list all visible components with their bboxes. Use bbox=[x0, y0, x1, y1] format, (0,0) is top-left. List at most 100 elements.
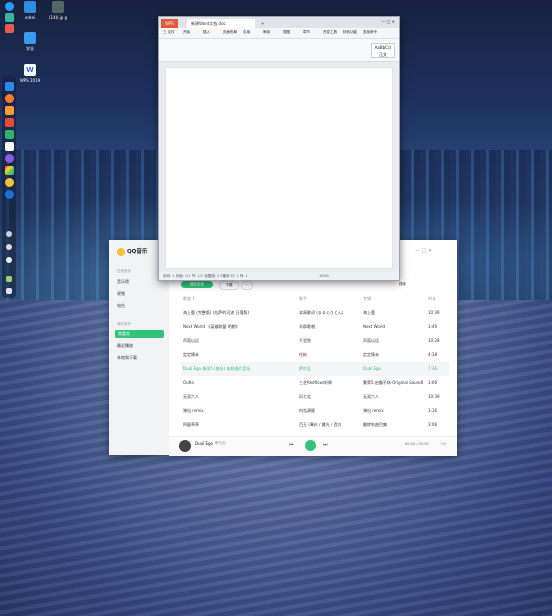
song-duration: 7:36 bbox=[428, 366, 437, 371]
tray-icon[interactable] bbox=[6, 231, 12, 237]
menu-item[interactable]: 视图 bbox=[283, 30, 290, 35]
docs-icon[interactable] bbox=[5, 142, 14, 151]
column-song[interactable]: 歌曲 1 bbox=[183, 294, 195, 304]
player-bar: Dual Ego 萨尔瓦 ⏮ ⏭ 00:44 / 02:30 HQ bbox=[169, 436, 457, 456]
table-row[interactable]: 定定情未 任彬 定定情未 4:38 bbox=[181, 348, 449, 362]
table-header: 歌曲 1 歌手 专辑 时长 bbox=[181, 294, 449, 304]
desktop-icon-label: edrei bbox=[24, 15, 36, 20]
sort-button[interactable]: 排序 bbox=[399, 281, 406, 288]
table-row[interactable]: 无双六人 风七北 无双六人 10:39 bbox=[181, 390, 449, 404]
more-button[interactable]: ··· bbox=[241, 281, 253, 290]
tab-document[interactable]: 新建Word文档.doc bbox=[187, 19, 255, 28]
sidebar-item-radio[interactable]: 电台 bbox=[117, 302, 125, 310]
app-icon[interactable] bbox=[5, 24, 14, 33]
folder-icon bbox=[24, 1, 36, 13]
wps-menubar: 三 文件 开始 插入 页面布局 引用 审阅 视图 章节 开发工具 特色功能 查找命令 bbox=[159, 28, 399, 39]
menu-item[interactable]: 特色功能 bbox=[343, 30, 357, 35]
desktop-icon-image[interactable]: (14)l.jp g bbox=[46, 1, 70, 20]
song-duration: 10:39 bbox=[428, 394, 440, 399]
table-row[interactable]: 四量草草 百玉 (骞衫 / 晨光 / 西方 翻转啦曲目集 3:06 bbox=[181, 418, 449, 432]
sidebar-section: 在线音乐 bbox=[117, 269, 131, 273]
menu-item[interactable]: 插入 bbox=[203, 30, 210, 35]
song-artist: 三芝Redflow/轩辉 bbox=[299, 380, 333, 385]
table-row[interactable]: 声笛以远 千里鱼 声笛以远 10:28 bbox=[181, 334, 449, 348]
window-controls[interactable]: — □ ✕ bbox=[415, 248, 432, 254]
app-store-icon[interactable] bbox=[5, 82, 14, 91]
song-artist: 百玉 (骞衫 / 晨光 / 西方 bbox=[299, 422, 342, 427]
new-tab-button[interactable]: + bbox=[257, 19, 268, 28]
song-artist: 千里鱼 bbox=[299, 338, 311, 343]
table-row[interactable]: Next World 《英雄联盟 明朗》 羊群歌唱 Next World 3:49 bbox=[181, 320, 449, 334]
tray-icon[interactable] bbox=[6, 288, 12, 294]
prev-button[interactable]: ⏮ bbox=[289, 442, 294, 448]
settings-icon[interactable] bbox=[5, 190, 14, 199]
play-all-button[interactable]: 播放全部 bbox=[181, 281, 213, 288]
album-cover[interactable] bbox=[179, 440, 191, 452]
song-album: Dual Ego bbox=[363, 366, 381, 371]
desktop-icon-label: WPS 2019 bbox=[19, 78, 41, 83]
menu-item[interactable]: 审阅 bbox=[263, 30, 270, 35]
menu-item[interactable]: 三 文件 bbox=[163, 30, 175, 35]
sidebar-section: 我的音乐 bbox=[117, 322, 131, 326]
player-title[interactable]: Dual Ego bbox=[195, 441, 213, 446]
app-icon[interactable] bbox=[5, 13, 14, 22]
song-album: 无双六人 bbox=[363, 394, 379, 399]
song-title: Outlo bbox=[183, 380, 194, 385]
table-row[interactable]: 弹出 remix 何浩源屋 弹出 remix 3:16 bbox=[181, 404, 449, 418]
wps-ribbon: AaBbCcI 正文 bbox=[159, 39, 399, 62]
style-gallery[interactable]: AaBbCcI 正文 bbox=[371, 43, 395, 58]
tray-icon[interactable] bbox=[6, 244, 12, 250]
next-button[interactable]: ⏭ bbox=[323, 442, 328, 448]
tray-icon[interactable] bbox=[6, 257, 12, 263]
song-title: 海上鹿 (完整版) (拉萨的河流 日落版) bbox=[183, 310, 250, 315]
column-artist[interactable]: 歌手 bbox=[299, 294, 307, 304]
table-row[interactable]: 海上鹿 (完整版) (拉萨的河流 日落版) 本周歌词 (まるぐりとん) 海上鹿 10:… bbox=[181, 306, 449, 320]
tab-wps-home[interactable]: WPS bbox=[161, 19, 178, 28]
menu-item[interactable]: 章节 bbox=[303, 30, 310, 35]
browser-icon[interactable] bbox=[5, 94, 14, 103]
pause-button[interactable] bbox=[305, 440, 316, 451]
table-row[interactable]: Dual Ego 海浮5 (电台) 玄机唱片音乐 萨尔瓦 Dual Ego 7:36 bbox=[181, 362, 449, 376]
files-icon[interactable] bbox=[5, 106, 14, 115]
song-duration: 10:28 bbox=[428, 338, 440, 343]
zoom-level[interactable]: 100% bbox=[319, 272, 329, 280]
photos-icon[interactable] bbox=[5, 166, 14, 175]
window-controls[interactable]: — □ ✕ bbox=[381, 19, 395, 24]
desktop-icon-edrei[interactable]: edrei bbox=[18, 1, 42, 20]
menu-item[interactable]: 开发工具 bbox=[323, 30, 337, 35]
desktop-icon-folder[interactable]: 学业 bbox=[18, 32, 42, 52]
player-artist[interactable]: 萨尔瓦 bbox=[215, 441, 226, 446]
song-duration: 3:06 bbox=[428, 380, 437, 385]
wechat-icon[interactable] bbox=[5, 130, 14, 139]
sidebar-item-recent[interactable]: 最近播放 bbox=[117, 342, 133, 350]
menu-item[interactable]: 开始 bbox=[183, 30, 190, 35]
song-album: Next World bbox=[363, 324, 386, 329]
song-album: 定定情未 bbox=[363, 352, 379, 357]
column-album[interactable]: 专辑 bbox=[363, 294, 371, 304]
song-title: 定定情未 bbox=[183, 352, 199, 357]
sidebar-item-local[interactable]: 本地和下载 bbox=[117, 354, 137, 362]
tray-icon[interactable] bbox=[6, 276, 12, 282]
sidebar-item-video[interactable]: 视频 bbox=[117, 290, 125, 298]
document-page[interactable] bbox=[165, 67, 393, 269]
menu-item[interactable]: 查找命令 bbox=[363, 30, 377, 35]
song-duration: 10:39 bbox=[428, 310, 440, 315]
sidebar-item-liked[interactable]: 我喜欢 bbox=[115, 330, 164, 338]
desktop-icon-label: 学业 bbox=[26, 46, 34, 51]
wps-tabbar: WPS 新建Word文档.doc + — □ ✕ bbox=[159, 17, 399, 28]
song-title: Dual Ego 海浮5 (电台) 玄机唱片音乐 bbox=[183, 366, 251, 371]
style-preview: AaBbCcI bbox=[374, 45, 392, 50]
column-duration[interactable]: 时长 bbox=[428, 294, 436, 304]
qq-music-icon[interactable] bbox=[5, 178, 14, 187]
launcher-icon[interactable] bbox=[5, 2, 14, 11]
download-button[interactable]: 下载 bbox=[219, 281, 239, 290]
sidebar-item-music-hall[interactable]: 音乐馆 bbox=[117, 278, 129, 286]
music-app-icon[interactable] bbox=[5, 154, 14, 163]
desktop-icon-wps[interactable]: W WPS 2019 bbox=[18, 64, 42, 83]
menu-item[interactable]: 页面布局 bbox=[223, 30, 237, 35]
media-icon[interactable] bbox=[5, 118, 14, 127]
quality-badge[interactable]: HQ bbox=[441, 442, 446, 446]
table-row[interactable]: Outlo 三芝Redflow/轩辉 繁荣5.启霸不休-Original Sound… bbox=[181, 376, 449, 390]
qq-music-logo-icon bbox=[117, 248, 125, 256]
menu-item[interactable]: 引用 bbox=[243, 30, 250, 35]
